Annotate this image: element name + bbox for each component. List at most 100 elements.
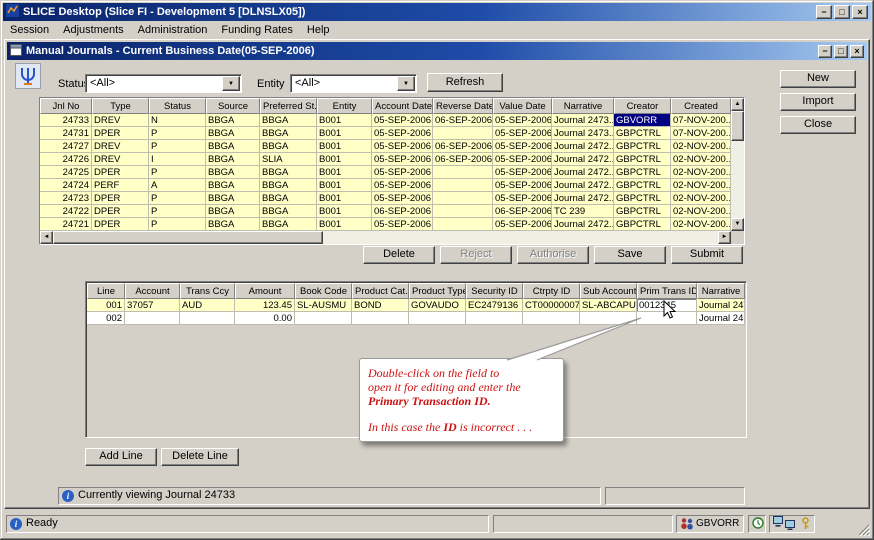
cell[interactable]: PERF — [92, 179, 149, 192]
cell[interactable]: 05-SEP-2006 — [372, 179, 433, 192]
column-header[interactable]: Trans Ccy — [180, 283, 235, 299]
cell[interactable] — [433, 218, 493, 231]
cell[interactable]: 05-SEP-2006 — [493, 153, 552, 166]
cell[interactable]: BBGA — [206, 179, 260, 192]
cell[interactable]: BBGA — [206, 218, 260, 231]
column-header[interactable]: Jnl No — [40, 98, 92, 114]
cell[interactable]: 06-SEP-2006 — [433, 140, 493, 153]
scroll-down-icon[interactable]: ▼ — [731, 218, 744, 231]
cell[interactable]: I — [149, 153, 206, 166]
cell[interactable]: BBGA — [260, 114, 317, 127]
scrollbar-thumb[interactable] — [53, 231, 323, 244]
table-row[interactable]: 24724PERFABBGABBGAB00105-SEP-200605-SEP-… — [40, 179, 731, 192]
table-row[interactable]: 24731DPERPBBGABBGAB00105-SEP-200605-SEP-… — [40, 127, 731, 140]
column-header[interactable]: Product Type — [409, 283, 466, 299]
reject-button[interactable]: Reject — [440, 246, 512, 264]
cell[interactable]: 07-NOV-200... — [671, 114, 731, 127]
cell[interactable]: EC2479136 — [466, 299, 523, 312]
cell[interactable]: 24723 — [40, 192, 92, 205]
cell[interactable]: DPER — [92, 192, 149, 205]
cell[interactable] — [433, 127, 493, 140]
cell[interactable]: 05-SEP-2006 — [372, 166, 433, 179]
table-row[interactable]: 0020.00Journal 2473... — [87, 312, 745, 325]
cell[interactable] — [295, 312, 352, 325]
column-header[interactable]: Sub Account — [580, 283, 637, 299]
delete-button[interactable]: Delete — [363, 246, 435, 264]
cell[interactable]: BBGA — [260, 192, 317, 205]
resize-grip[interactable] — [857, 523, 870, 536]
cell[interactable]: Journal 2472... — [552, 218, 614, 231]
cell[interactable]: TC 239 — [552, 205, 614, 218]
cell[interactable]: 02-NOV-200... — [671, 218, 731, 231]
cell[interactable]: BBGA — [260, 127, 317, 140]
column-header[interactable]: Account Date — [372, 98, 433, 114]
cell[interactable]: GBPCTRL — [614, 153, 671, 166]
cell[interactable]: Journal 2472... — [552, 192, 614, 205]
cell[interactable]: GBPCTRL — [614, 166, 671, 179]
scroll-up-icon[interactable]: ▲ — [731, 98, 744, 111]
cell[interactable]: AUD — [180, 299, 235, 312]
cell[interactable]: 37057 — [125, 299, 180, 312]
cell[interactable]: GBVORR — [614, 114, 671, 127]
table-row[interactable]: 24723DPERPBBGABBGAB00105-SEP-200605-SEP-… — [40, 192, 731, 205]
cell[interactable]: P — [149, 140, 206, 153]
column-header[interactable]: Status — [149, 98, 206, 114]
cell[interactable]: BBGA — [260, 140, 317, 153]
cell[interactable] — [523, 312, 580, 325]
column-header[interactable]: Narrative — [552, 98, 614, 114]
cell[interactable]: BBGA — [260, 179, 317, 192]
close-journals-button[interactable]: Close — [780, 116, 856, 134]
cell[interactable]: 05-SEP-2006 — [493, 140, 552, 153]
table-row[interactable]: 24721DPERPBBGABBGAB00105-SEP-200605-SEP-… — [40, 218, 731, 231]
table-row[interactable]: 24733DREVNBBGABBGAB00105-SEP-200606-SEP-… — [40, 114, 731, 127]
column-header[interactable]: Book Code — [295, 283, 352, 299]
cell[interactable]: 05-SEP-2006 — [372, 218, 433, 231]
cell[interactable]: P — [149, 205, 206, 218]
cell[interactable]: BBGA — [206, 114, 260, 127]
menu-funding-rates[interactable]: Funding Rates — [214, 22, 300, 38]
cell[interactable]: GBPCTRL — [614, 127, 671, 140]
cell[interactable]: 24722 — [40, 205, 92, 218]
cell[interactable]: DPER — [92, 166, 149, 179]
close-button[interactable]: × — [852, 5, 868, 19]
submit-button[interactable]: Submit — [671, 246, 743, 264]
cell[interactable]: DREV — [92, 114, 149, 127]
cell[interactable]: BBGA — [260, 205, 317, 218]
cell[interactable]: 07-NOV-200... — [671, 127, 731, 140]
cell[interactable]: SLIA — [260, 153, 317, 166]
cell[interactable] — [180, 312, 235, 325]
cell[interactable]: 05-SEP-2006 — [372, 192, 433, 205]
cell[interactable] — [466, 312, 523, 325]
cell[interactable]: Journal 2473... — [697, 312, 745, 325]
cell[interactable]: GBPCTRL — [614, 192, 671, 205]
column-header[interactable]: Entity — [317, 98, 372, 114]
cell[interactable]: CT00000007... — [523, 299, 580, 312]
cell[interactable]: BOND — [352, 299, 409, 312]
column-header[interactable]: Amount — [235, 283, 295, 299]
maximize-button[interactable]: □ — [834, 5, 850, 19]
column-header[interactable]: Creator — [614, 98, 671, 114]
scroll-right-icon[interactable]: ► — [718, 231, 731, 244]
cell[interactable]: GOVAUDO — [409, 299, 466, 312]
cell[interactable]: 06-SEP-2006 — [433, 153, 493, 166]
table-row[interactable]: 24725DPERPBBGABBGAB00105-SEP-200605-SEP-… — [40, 166, 731, 179]
cell[interactable]: 05-SEP-2006 — [493, 166, 552, 179]
cell[interactable]: 001 — [87, 299, 125, 312]
add-line-button[interactable]: Add Line — [85, 448, 157, 466]
authorise-button[interactable]: Authorise — [517, 246, 589, 264]
cell[interactable]: DPER — [92, 218, 149, 231]
column-header[interactable]: Created — [671, 98, 731, 114]
menu-help[interactable]: Help — [300, 22, 337, 38]
cell[interactable]: B001 — [317, 153, 372, 166]
cell[interactable]: 05-SEP-2006 — [493, 114, 552, 127]
cell[interactable]: P — [149, 192, 206, 205]
cell[interactable]: 05-SEP-2006 — [493, 179, 552, 192]
cell[interactable]: 05-SEP-2006 — [493, 192, 552, 205]
cell[interactable]: Journal 2472... — [552, 153, 614, 166]
cell[interactable]: B001 — [317, 205, 372, 218]
cell[interactable]: 02-NOV-200... — [671, 140, 731, 153]
cell[interactable] — [637, 312, 697, 325]
column-header[interactable]: Product Cat... — [352, 283, 409, 299]
refresh-button[interactable]: Refresh — [427, 73, 503, 92]
column-header[interactable]: Security ID — [466, 283, 523, 299]
